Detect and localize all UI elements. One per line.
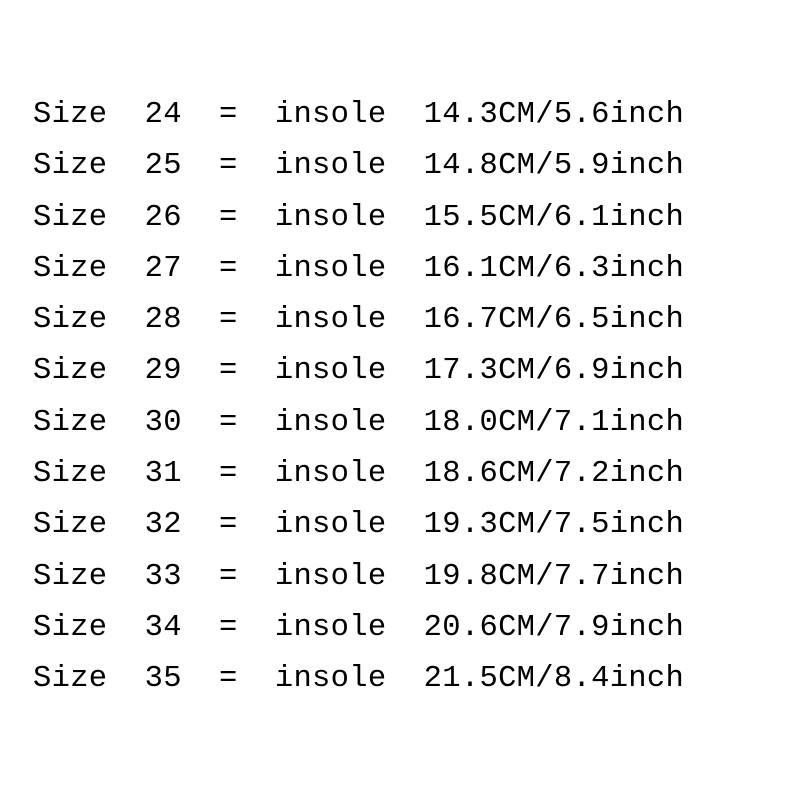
size-row: Size 29 = insole 17.3CM/6.9inch	[33, 346, 770, 397]
size-row: Size 24 = insole 14.3CM/5.6inch	[33, 90, 770, 141]
size-row: Size 35 = insole 21.5CM/8.4inch	[33, 654, 770, 705]
size-row: Size 26 = insole 15.5CM/6.1inch	[33, 193, 770, 244]
size-row: Size 25 = insole 14.8CM/5.9inch	[33, 141, 770, 192]
size-chart-container: Size 24 = insole 14.3CM/5.6inch Size 25 …	[0, 0, 800, 706]
size-row: Size 34 = insole 20.6CM/7.9inch	[33, 603, 770, 654]
size-row: Size 30 = insole 18.0CM/7.1inch	[33, 398, 770, 449]
size-row: Size 28 = insole 16.7CM/6.5inch	[33, 295, 770, 346]
size-row: Size 32 = insole 19.3CM/7.5inch	[33, 500, 770, 551]
size-row: Size 31 = insole 18.6CM/7.2inch	[33, 449, 770, 500]
size-row: Size 27 = insole 16.1CM/6.3inch	[33, 244, 770, 295]
size-row: Size 33 = insole 19.8CM/7.7inch	[33, 552, 770, 603]
